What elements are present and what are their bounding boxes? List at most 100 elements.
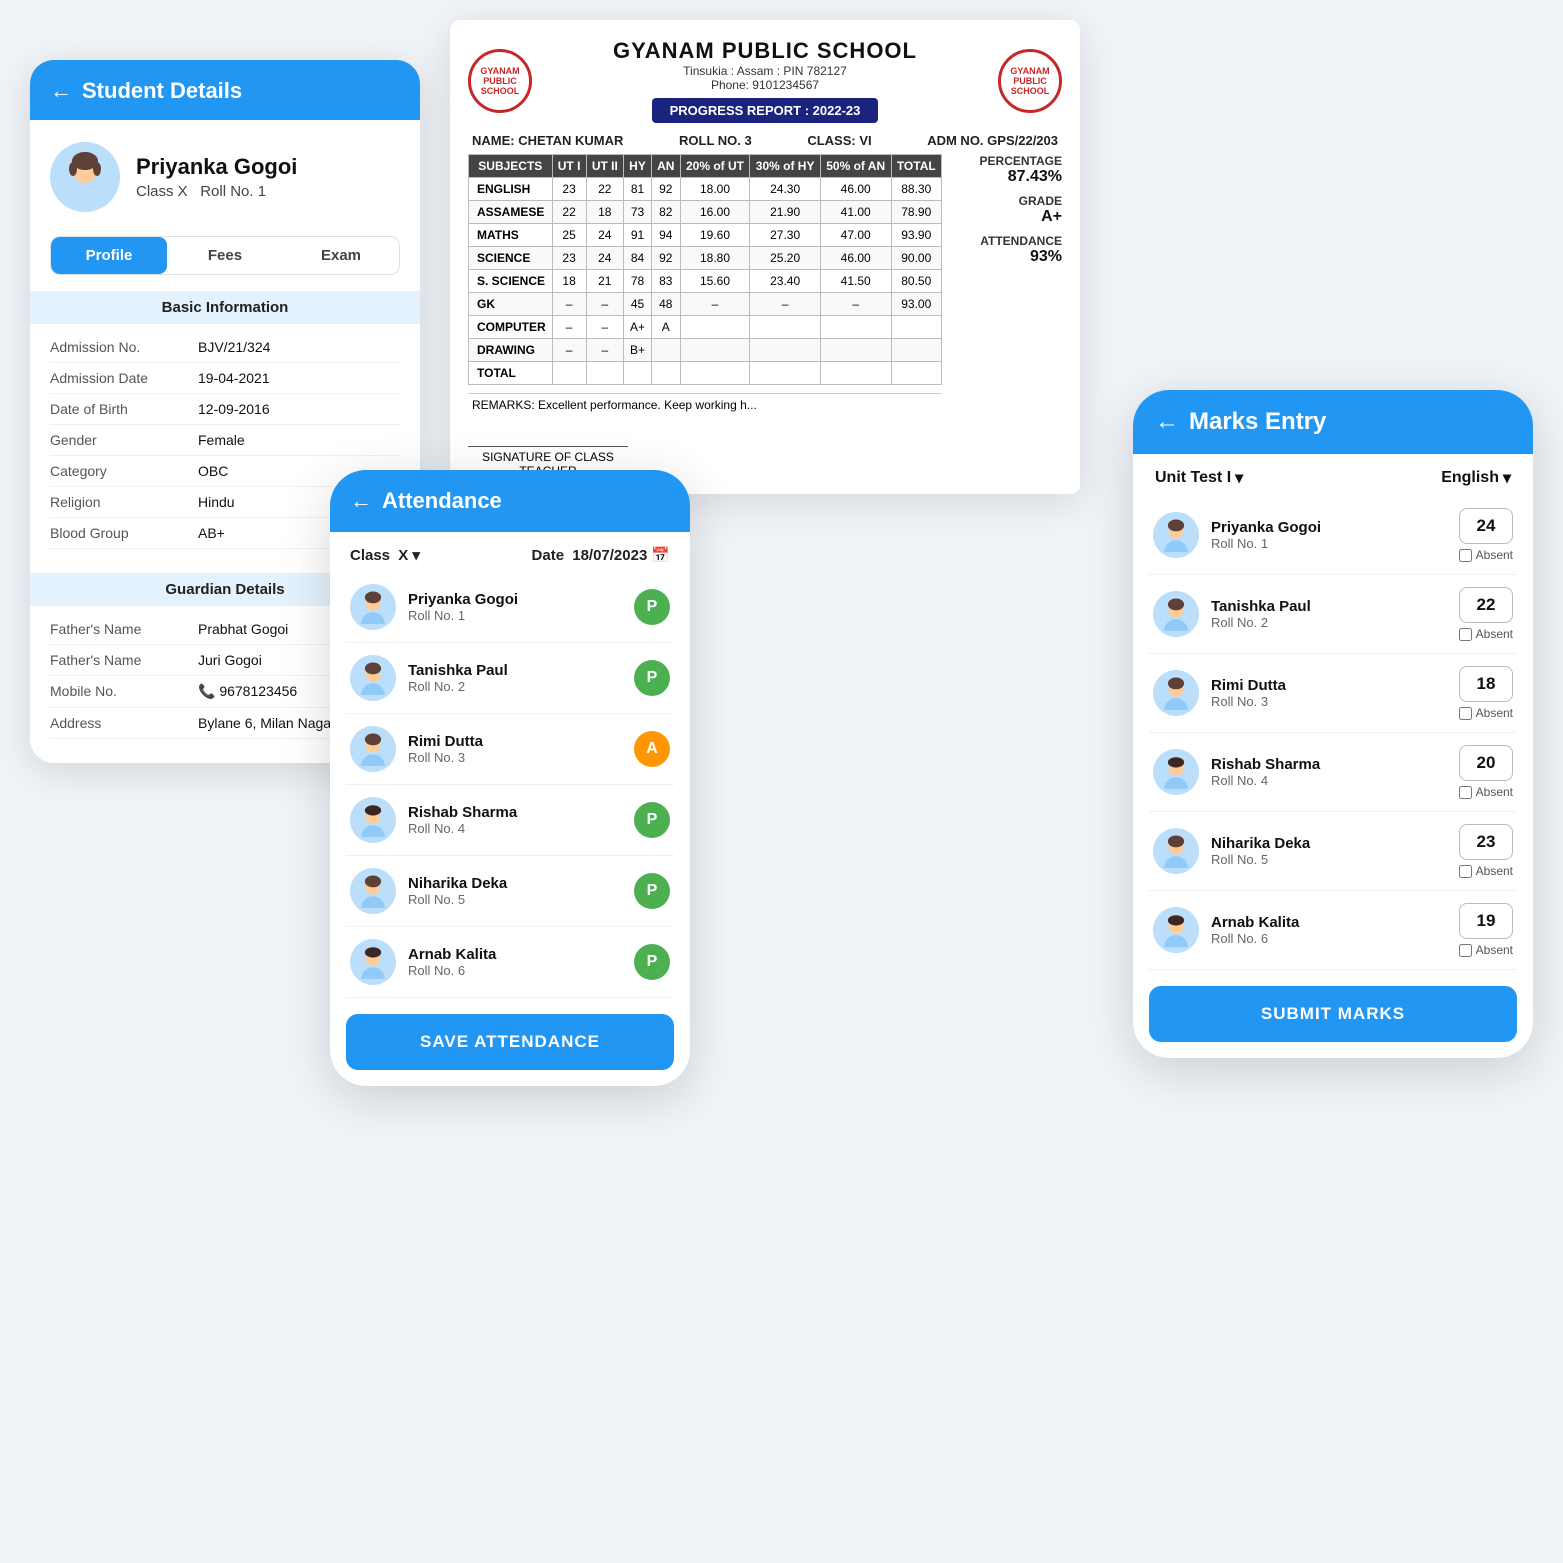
attendance-badge-present[interactable]: P [634, 873, 670, 909]
attendance-list: Priyanka Gogoi Roll No. 1 P Tanishka Pau… [330, 572, 690, 998]
save-attendance-button[interactable]: SAVE ATTENDANCE [346, 1014, 674, 1070]
attendance-item: Niharika Deka Roll No. 5 P [346, 856, 674, 927]
tab-profile[interactable]: Profile [51, 237, 167, 274]
avatar [350, 868, 396, 914]
info-row: Admission No.BJV/21/324 [50, 332, 400, 363]
percentage-summary: PERCENTAGE 87.43% [952, 154, 1062, 186]
absent-checkbox[interactable] [1459, 786, 1472, 799]
student-card-header: ← Student Details [30, 60, 420, 120]
avatar [1153, 670, 1199, 716]
report-marks-table: SUBJECTS UT I UT II HY AN 20% of UT 30% … [468, 154, 942, 385]
school-info: GYANAM PUBLIC SCHOOL Tinsukia : Assam : … [542, 38, 988, 123]
date-select[interactable]: Date 18/07/2023 📅 [532, 546, 670, 564]
submit-marks-button[interactable]: SUBMIT MARKS [1149, 986, 1517, 1042]
absent-label: Absent [1476, 627, 1513, 641]
avatar [1153, 828, 1199, 874]
table-row: MATHS2524919419.6027.3047.0093.90 [469, 224, 942, 247]
attendance-item: Tanishka Paul Roll No. 2 P [346, 643, 674, 714]
class-select[interactable]: Class X ▾ [350, 546, 420, 564]
school-logo-left: GYANAMPUBLICSCHOOL [468, 49, 532, 113]
progress-badge: PROGRESS REPORT : 2022-23 [652, 98, 879, 123]
report-remarks: REMARKS: Excellent performance. Keep wor… [468, 393, 942, 416]
chevron-down-icon: ▾ [1503, 468, 1511, 488]
table-row: TOTAL [469, 362, 942, 385]
absent-checkbox-row: Absent [1459, 864, 1513, 878]
marks-title: Marks Entry [1189, 408, 1326, 436]
absent-checkbox[interactable] [1459, 707, 1472, 720]
table-row: ENGLISH2322819218.0024.3046.0088.30 [469, 178, 942, 201]
attendance-item: Arnab Kalita Roll No. 6 P [346, 927, 674, 998]
marks-input[interactable] [1459, 903, 1513, 939]
att-back-arrow[interactable]: ← [350, 488, 372, 514]
student-class-roll: Class X Roll No. 1 [136, 183, 297, 200]
marks-filter-row: Unit Test I ▾ English ▾ [1133, 454, 1533, 496]
absent-label: Absent [1476, 943, 1513, 957]
back-arrow-icon[interactable]: ← [50, 78, 72, 104]
table-row: ASSAMESE2218738216.0021.9041.0078.90 [469, 201, 942, 224]
avatar [1153, 749, 1199, 795]
attendance-filter-row: Class X ▾ Date 18/07/2023 📅 [330, 532, 690, 572]
info-row: GenderFemale [50, 425, 400, 456]
absent-checkbox-row: Absent [1459, 627, 1513, 641]
subject-filter-value: English [1441, 469, 1499, 487]
marks-header: ← Marks Entry [1133, 390, 1533, 454]
table-row: SCIENCE2324849218.8025.2046.0090.00 [469, 247, 942, 270]
avatar [350, 655, 396, 701]
avatar [350, 584, 396, 630]
attendance-badge-absent[interactable]: A [634, 731, 670, 767]
school-name: GYANAM PUBLIC SCHOOL [542, 38, 988, 64]
marks-input[interactable] [1459, 508, 1513, 544]
report-header: GYANAMPUBLICSCHOOL GYANAM PUBLIC SCHOOL … [468, 38, 1062, 123]
marks-input[interactable] [1459, 745, 1513, 781]
absent-checkbox-row: Absent [1459, 785, 1513, 799]
info-row: Admission Date19-04-2021 [50, 363, 400, 394]
attendance-summary: ATTENDANCE 93% [952, 234, 1062, 266]
subject-filter[interactable]: English ▾ [1441, 468, 1511, 488]
attendance-item: Rishab Sharma Roll No. 4 P [346, 785, 674, 856]
marks-back-arrow[interactable]: ← [1155, 408, 1179, 436]
avatar [350, 939, 396, 985]
attendance-badge-present[interactable]: P [634, 944, 670, 980]
basic-info-title: Basic Information [30, 291, 420, 324]
date-label: Date [532, 547, 565, 564]
table-row: S. SCIENCE1821788315.6023.4041.5080.50 [469, 270, 942, 293]
school-phone: Phone: 9101234567 [542, 78, 988, 92]
attendance-item: Priyanka Gogoi Roll No. 1 P [346, 572, 674, 643]
absent-checkbox-row: Absent [1459, 706, 1513, 720]
absent-label: Absent [1476, 706, 1513, 720]
class-value: X ▾ [394, 546, 420, 564]
test-filter-value: Unit Test I [1155, 469, 1231, 487]
avatar [1153, 591, 1199, 637]
date-value: 18/07/2023 [568, 547, 647, 564]
grade-summary: GRADE A+ [952, 194, 1062, 226]
marks-input[interactable] [1459, 666, 1513, 702]
attendance-title: Attendance [382, 488, 502, 514]
student-card-title: Student Details [82, 78, 242, 104]
class-label: Class [350, 547, 390, 564]
attendance-badge-present[interactable]: P [634, 660, 670, 696]
report-table-wrap: SUBJECTS UT I UT II HY AN 20% of UT 30% … [468, 154, 942, 478]
marks-input[interactable] [1459, 587, 1513, 623]
attendance-badge-present[interactable]: P [634, 802, 670, 838]
attendance-badge-present[interactable]: P [634, 589, 670, 625]
tab-fees[interactable]: Fees [167, 237, 283, 274]
marks-input[interactable] [1459, 824, 1513, 860]
absent-checkbox[interactable] [1459, 549, 1472, 562]
marks-item: Priyanka Gogoi Roll No. 1 Absent [1149, 496, 1517, 575]
progress-report-card: GYANAMPUBLICSCHOOL GYANAM PUBLIC SCHOOL … [450, 20, 1080, 494]
tab-exam[interactable]: Exam [283, 237, 399, 274]
marks-item: Niharika Deka Roll No. 5 Absent [1149, 812, 1517, 891]
absent-checkbox[interactable] [1459, 628, 1472, 641]
table-row: COMPUTER––A+A [469, 316, 942, 339]
info-row: Date of Birth12-09-2016 [50, 394, 400, 425]
school-logo-right: GYANAMPUBLICSCHOOL [998, 49, 1062, 113]
calendar-icon[interactable]: 📅 [651, 546, 670, 564]
report-body: SUBJECTS UT I UT II HY AN 20% of UT 30% … [468, 154, 1062, 478]
absent-checkbox[interactable] [1459, 865, 1472, 878]
marks-item: Tanishka Paul Roll No. 2 Absent [1149, 575, 1517, 654]
absent-label: Absent [1476, 785, 1513, 799]
marks-list: Priyanka Gogoi Roll No. 1 Absent [1133, 496, 1533, 970]
test-filter[interactable]: Unit Test I ▾ [1155, 468, 1243, 488]
avatar [350, 726, 396, 772]
absent-checkbox[interactable] [1459, 944, 1472, 957]
